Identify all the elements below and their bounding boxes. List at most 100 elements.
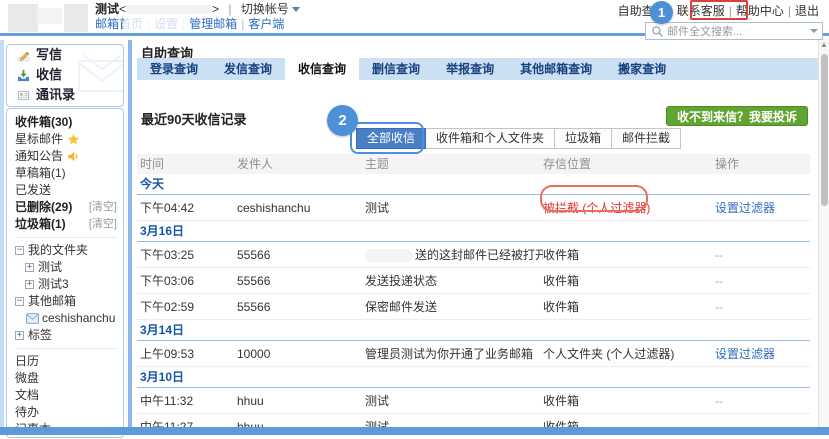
cell-sender: ceshishanchu — [237, 201, 365, 215]
expand-icon[interactable]: + — [15, 331, 24, 340]
compose-item-contacts[interactable]: 通讯录 — [7, 85, 123, 105]
folder-item[interactable]: 星标邮件 — [15, 131, 117, 148]
inbox-icon — [16, 68, 30, 82]
folder-item[interactable]: 已发送 — [15, 182, 117, 199]
scrollbar[interactable]: ▲ — [818, 38, 829, 427]
scrollbar-thumb[interactable] — [821, 54, 828, 206]
cell-action: -- — [715, 248, 810, 262]
cell-action: -- — [715, 300, 810, 314]
complain-button[interactable]: 收不到来信？我要投诉 — [666, 106, 808, 126]
table-row: 中午11:32hhuu测试收件箱-- — [137, 388, 810, 414]
folder-item[interactable]: 垃圾箱(1) [清空] — [15, 216, 117, 233]
app-label: 日历 — [15, 353, 39, 370]
bottom-window-edge — [0, 427, 829, 435]
expand-icon[interactable]: + — [25, 280, 34, 289]
cell-location: 收件箱 — [543, 272, 715, 289]
cell-subject: 测试 — [365, 392, 543, 409]
compose-item-label: 通讯录 — [36, 85, 75, 105]
tab-query-4[interactable]: 举报查询 — [433, 58, 507, 80]
filter-button[interactable]: 垃圾箱 — [555, 128, 612, 149]
folder-label: 已发送 — [15, 182, 51, 199]
table-row: 上午09:5310000管理员测试为你开通了业务邮箱个人文件夹 (个人过滤器)设… — [137, 341, 810, 367]
no-action: -- — [715, 248, 723, 262]
tab-query-5[interactable]: 其他邮箱查询 — [507, 58, 605, 80]
column-header: 时间 — [137, 154, 237, 174]
logo-redacted — [8, 4, 38, 32]
empty-folder-action[interactable]: [清空] — [89, 216, 117, 233]
link-separator: | — [241, 17, 244, 31]
empty-folder-action[interactable]: [清空] — [89, 199, 117, 216]
app-item[interactable]: 微盘 — [15, 370, 117, 387]
tree-item[interactable]: +标签 — [15, 327, 117, 344]
cell-action: 设置过滤器 — [715, 199, 810, 216]
tree-item[interactable]: + 测试3 — [15, 276, 117, 293]
collapse-icon[interactable]: − — [15, 297, 24, 306]
collapse-icon[interactable]: − — [15, 246, 24, 255]
cell-location: 收件箱 — [543, 392, 715, 409]
expand-icon[interactable]: + — [25, 263, 34, 272]
cell-time: 上午09:53 — [137, 345, 237, 362]
tab-query-1[interactable]: 发信查询 — [211, 58, 285, 80]
account-link[interactable]: 客户端 — [248, 17, 284, 31]
logo-redacted-2 — [64, 4, 88, 32]
tree-item[interactable]: ceshishanchu — [15, 310, 117, 327]
folder-item[interactable]: 草稿箱(1) — [15, 165, 117, 182]
cell-action: -- — [715, 274, 810, 288]
scrollbar-up-icon[interactable]: ▲ — [819, 39, 829, 51]
webmail-page: 测试<> | 切换帐号 邮箱首页|设置|管理邮箱|客户端 自助查询|联系客服|帮… — [0, 0, 829, 439]
column-header: 存信位置 — [543, 154, 715, 174]
tree-label: 测试3 — [38, 276, 69, 293]
set-filter-link[interactable]: 设置过滤器 — [715, 201, 775, 215]
table-row: 下午04:42ceshishanchu测试被拦截 (个人过滤器)设置过滤器 — [137, 195, 810, 221]
cell-action: -- — [715, 394, 810, 408]
set-filter-link[interactable]: 设置过滤器 — [715, 347, 775, 361]
compose-item-label: 收信 — [36, 65, 62, 85]
folder-label: 垃圾箱(1) — [15, 216, 66, 233]
cell-time: 下午03:25 — [137, 246, 237, 263]
star-icon — [66, 133, 80, 147]
app-item[interactable]: 日历 — [15, 353, 117, 370]
folder-item[interactable]: 通知公告 — [15, 148, 117, 165]
filter-button[interactable]: 收件箱和个人文件夹 — [426, 128, 555, 149]
tab-query-3[interactable]: 删信查询 — [359, 58, 433, 80]
top-nav-link[interactable]: 退出 — [791, 4, 823, 18]
header: 测试<> | 切换帐号 邮箱首页|设置|管理邮箱|客户端 自助查询|联系客服|帮… — [0, 0, 829, 36]
top-nav-link[interactable]: 联系客服 — [673, 4, 729, 18]
app-item[interactable]: 文档 — [15, 387, 117, 404]
tab-query-6[interactable]: 搬家查询 — [605, 58, 679, 80]
bracket-close: > — [212, 2, 219, 16]
account-line: 测试<> | 切换帐号 — [95, 2, 425, 17]
top-nav-link[interactable]: 帮助中心 — [732, 4, 788, 18]
filter-button[interactable]: 全部收信 — [356, 128, 426, 149]
tab-query-2[interactable]: 收信查询 — [285, 58, 359, 80]
compose-panel: 写信收信通讯录 — [6, 44, 124, 107]
folder-item[interactable]: 收件箱(30) — [15, 114, 117, 131]
date-group-header: 3月16日 — [137, 221, 810, 242]
section-title: 最近90天收信记录 — [141, 109, 246, 128]
account-link[interactable]: 管理邮箱 — [189, 17, 237, 31]
mail-icon — [25, 312, 39, 326]
search-options-chevron-icon[interactable] — [810, 29, 818, 33]
compose-item-inbox[interactable]: 收信 — [7, 65, 123, 85]
tree-item[interactable]: + 测试 — [15, 259, 117, 276]
tree-item[interactable]: −其他邮箱 — [15, 293, 117, 310]
tab-query-0[interactable]: 登录查询 — [137, 58, 211, 80]
no-action: -- — [715, 394, 723, 408]
switch-account-link[interactable]: 切换帐号 — [241, 2, 289, 16]
cell-time: 中午11:32 — [137, 392, 237, 409]
mail-search-input[interactable]: 邮件全文搜索... — [645, 22, 823, 40]
separator: | — [228, 2, 231, 16]
cell-location: 被拦截 (个人过滤器) — [543, 199, 715, 216]
folder-item[interactable]: 已删除(29)[清空] — [15, 199, 117, 216]
account-name: 测试 — [95, 2, 119, 16]
folder-label: 通知公告 — [15, 148, 63, 165]
filter-button[interactable]: 邮件拦截 — [612, 128, 681, 149]
tree-item[interactable]: −我的文件夹 — [15, 242, 117, 259]
contacts-icon — [16, 88, 30, 102]
compose-item-pencil[interactable]: 写信 — [7, 45, 123, 65]
folder-label: 收件箱(30) — [15, 114, 72, 131]
app-item[interactable]: 待办 — [15, 404, 117, 421]
cell-time: 下午03:06 — [137, 272, 237, 289]
tree-label: 测试 — [38, 259, 62, 276]
chevron-down-icon[interactable] — [292, 7, 300, 12]
